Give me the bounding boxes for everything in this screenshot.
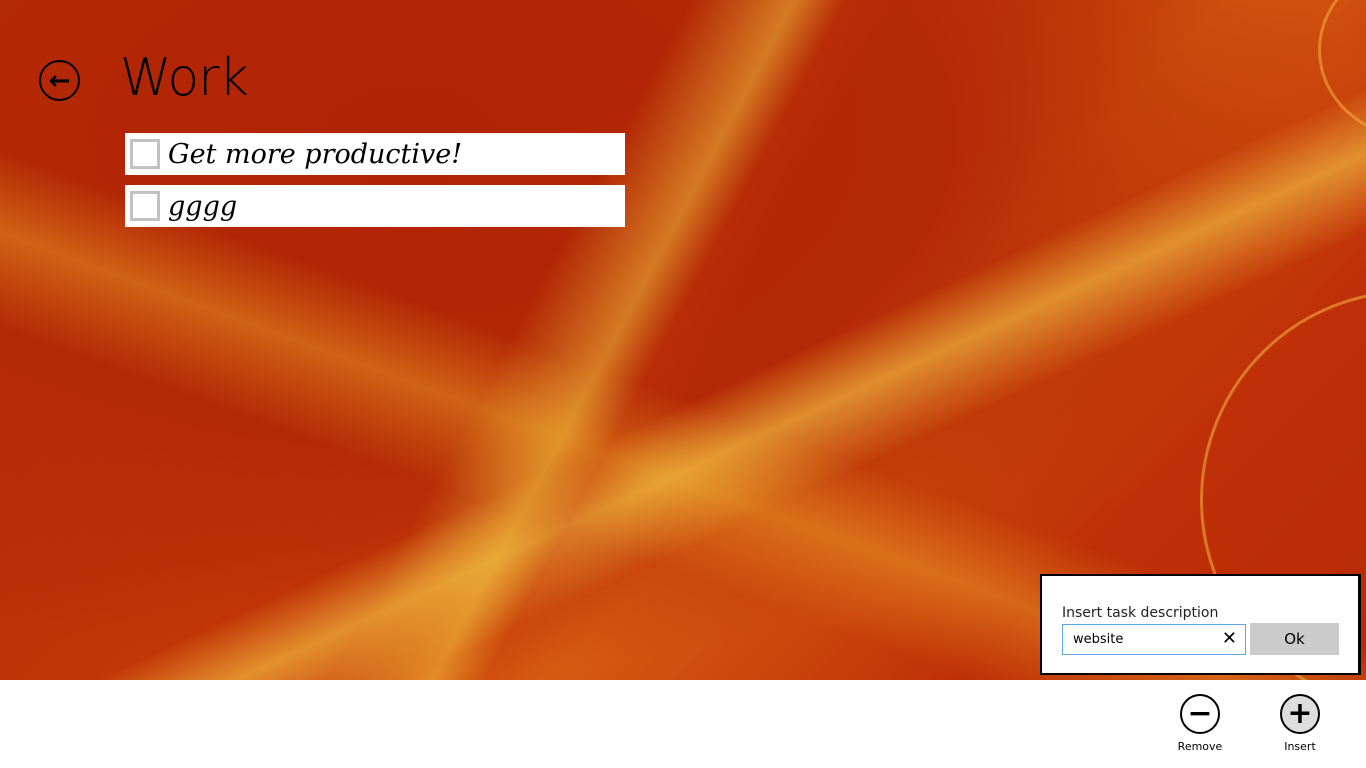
insert-task-flyout: Insert task description website ✕ Ok [1040,574,1361,675]
task-description-input[interactable]: website ✕ [1062,624,1246,655]
task-item: Get more productive! [125,133,625,175]
task-item: gggg [125,185,625,227]
input-value: website [1073,632,1124,647]
decorative-ring [1318,0,1366,140]
insert-label: Insert [1284,740,1316,753]
task-checkbox[interactable] [130,139,160,169]
clear-icon[interactable]: ✕ [1222,628,1237,649]
ok-button[interactable]: Ok [1250,623,1339,655]
back-button[interactable]: ← [39,60,80,101]
remove-button[interactable]: − Remove [1170,694,1230,753]
insert-button[interactable]: + Insert [1270,694,1330,753]
minus-icon: − [1180,694,1220,734]
page-title: Work [120,48,249,108]
remove-label: Remove [1177,740,1223,753]
task-label: Get more productive! [168,138,463,170]
dialog-label: Insert task description [1062,605,1219,621]
task-checkbox[interactable] [130,191,160,221]
plus-icon: + [1280,694,1320,734]
task-label: gggg [168,190,238,222]
back-arrow-icon: ← [48,65,71,96]
